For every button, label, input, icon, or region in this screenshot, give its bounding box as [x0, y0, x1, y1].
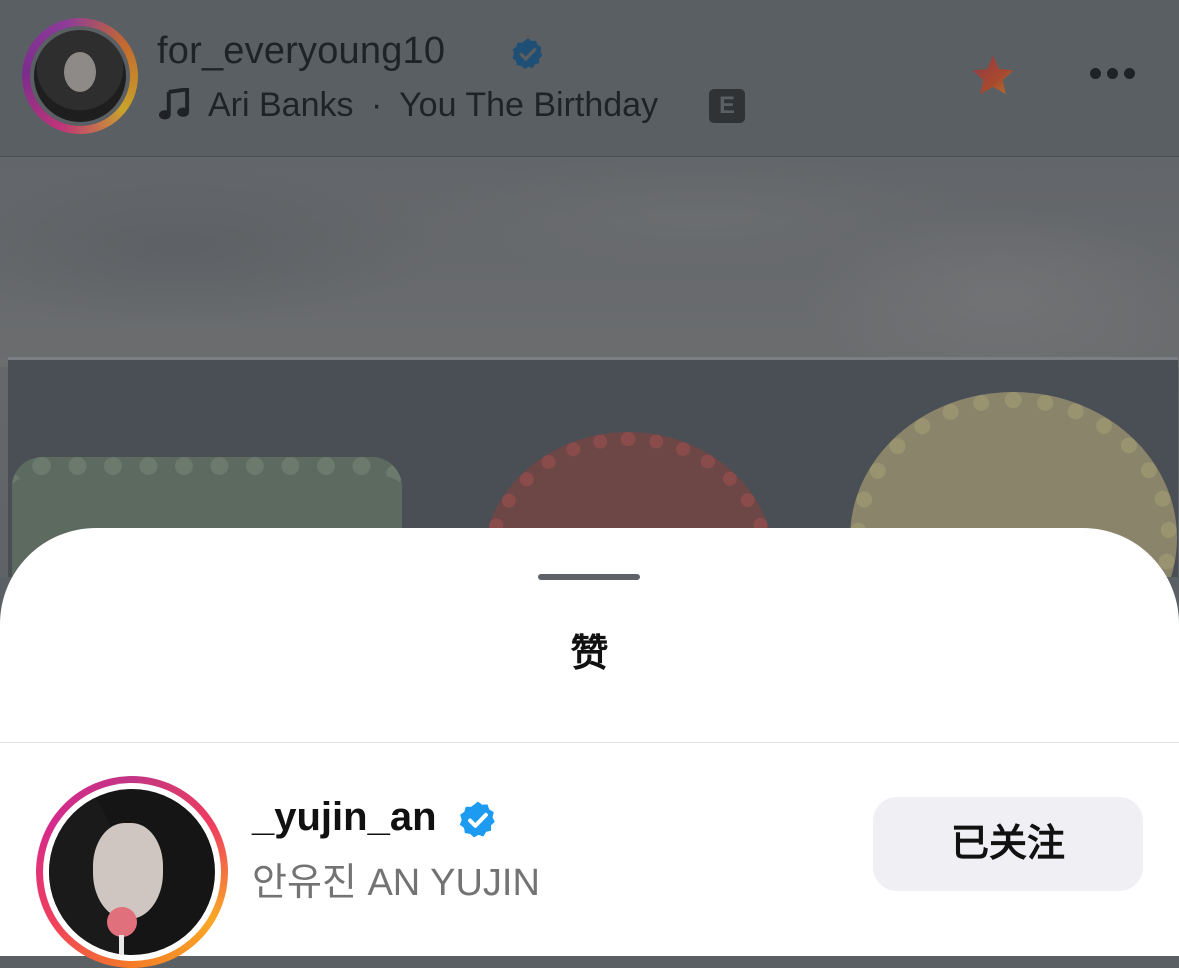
likes-sheet: 赞 _yujin_an 안유진 AN YUJIN 已关注 — [0, 528, 1179, 968]
more-icon[interactable] — [1088, 66, 1138, 82]
sheet-title: 赞 — [570, 633, 609, 675]
post-author-avatar[interactable] — [22, 18, 138, 134]
following-button[interactable]: 已关注 — [873, 797, 1143, 891]
music-info[interactable]: Ari Banks · You The Birthday — [208, 86, 658, 125]
post-header: for_everyoung10 Ari Banks · You The Birt… — [0, 0, 1179, 157]
verified-badge-icon — [512, 38, 543, 69]
post-photo — [0, 157, 1179, 577]
explicit-icon: E — [709, 89, 745, 123]
verified-badge-icon — [459, 801, 495, 838]
sheet-drag-handle[interactable] — [538, 574, 640, 580]
post-author-username[interactable]: for_everyoung10 — [157, 30, 445, 73]
liker-row[interactable]: _yujin_an 안유진 AN YUJIN 已关注 — [0, 743, 1179, 968]
star-icon[interactable] — [968, 52, 1018, 100]
music-track: You The Birthday — [399, 86, 659, 124]
liker-username[interactable]: _yujin_an — [252, 795, 437, 840]
music-separator: · — [370, 86, 383, 124]
music-artist: Ari Banks — [208, 86, 354, 124]
liker-full-name: 안유진 AN YUJIN — [252, 862, 540, 904]
music-note-icon — [158, 88, 190, 120]
avatar[interactable] — [36, 776, 228, 968]
